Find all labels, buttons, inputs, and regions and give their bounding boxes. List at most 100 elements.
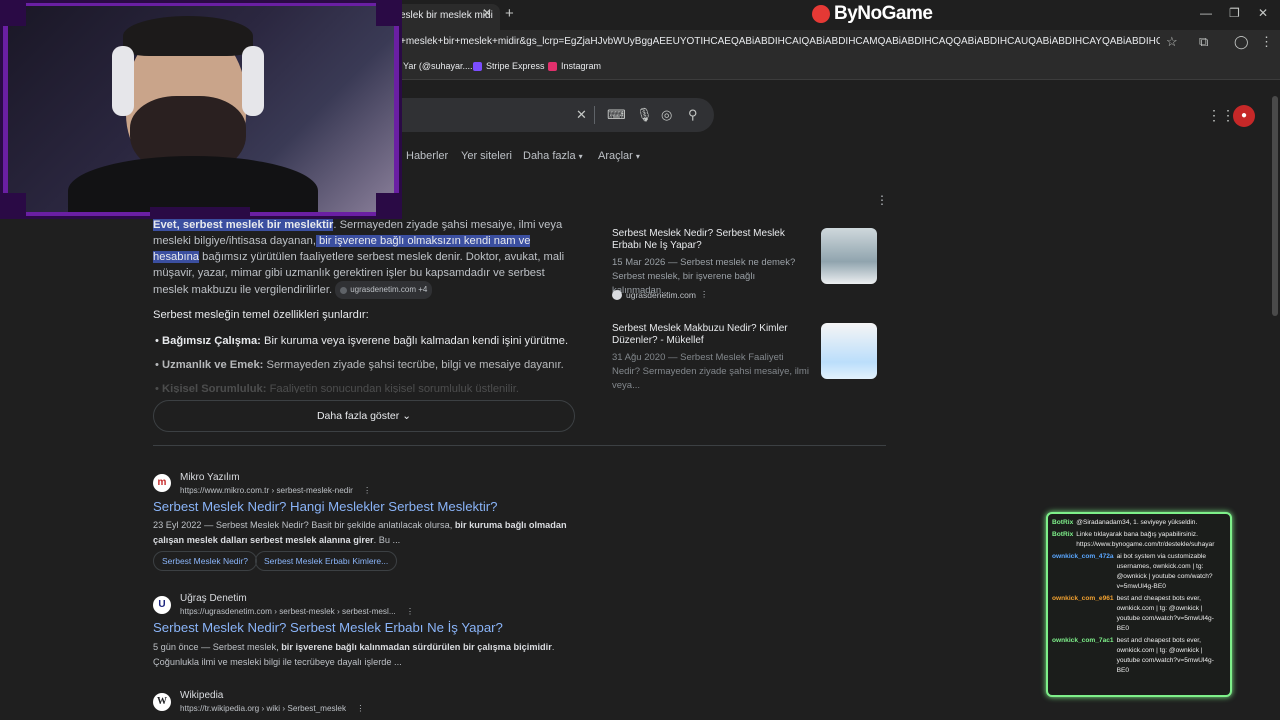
bookmark-item[interactable]: Stripe Express [473, 61, 545, 71]
close-window-icon[interactable]: ✕ [1258, 6, 1268, 20]
site-url-text: https://ugrasdenetim.com › serbest-mesle… [180, 607, 396, 616]
bookmark-item[interactable]: Instagram [548, 61, 601, 71]
tab-title: eslek bir meslek midi [400, 10, 493, 21]
snippet-text: 5 gün önce — Serbest meslek, [153, 642, 282, 652]
chat-username: BotRix [1052, 531, 1074, 538]
search-icon[interactable]: ⚲ [688, 107, 698, 123]
mikro-favicon-icon: m [153, 474, 171, 492]
avatar[interactable]: ● [1233, 105, 1255, 127]
extensions-icon[interactable]: ⧉ [1199, 34, 1208, 50]
result-snippet: 23 Eyl 2022 — Serbest Meslek Nedir? Basi… [153, 518, 583, 548]
bookmark-item[interactable]: Yar (@suhayar.... [403, 61, 473, 71]
source-chip-label: ugrasdenetim.com +4 [350, 285, 428, 294]
card-source-label: ugrasdenetim.com [626, 289, 696, 300]
chat-text: Linke tıklayarak bana bağış yapabilirsin… [1076, 531, 1215, 548]
chat-username: BotRix [1052, 519, 1074, 526]
site-url[interactable]: https://www.mikro.com.tr › serbest-mesle… [180, 485, 371, 495]
chat-text: best and cheapest bots ever, ownkick.com… [1116, 637, 1214, 674]
more-options-icon[interactable]: ⋮ [363, 486, 371, 495]
close-tab-icon[interactable]: ✕ [482, 6, 492, 20]
instagram-icon [548, 61, 557, 71]
site-icon [340, 286, 348, 294]
site-url-text: https://tr.wikipedia.org › wiki › Serbes… [180, 704, 347, 713]
result-title-link[interactable]: Serbest Meslek Nedir? Serbest Meslek Erb… [153, 620, 503, 635]
maximize-icon[interactable]: ❐ [1229, 6, 1240, 20]
streamer-hair [123, 16, 253, 56]
thumbnail-image [821, 228, 877, 284]
snippet-bold: bir işverene bağlı kalınmadan sürdürülen… [281, 642, 552, 652]
card-title: Serbest Meslek Makbuzu Nedir? Kimler Düz… [612, 323, 788, 346]
result-snippet: 5 gün önce — Serbest meslek, bir işveren… [153, 640, 583, 670]
scrollbar-thumb[interactable] [1272, 96, 1278, 316]
site-url-text: https://www.mikro.com.tr › serbest-mesle… [180, 486, 353, 495]
brand-logo: ByNoGame [812, 1, 933, 27]
bullet-text: Bir kuruma veya işverene bağlı kalmadan … [260, 335, 569, 347]
profile-icon[interactable]: ◯ [1234, 34, 1249, 50]
tab-places[interactable]: Yer siteleri [461, 150, 512, 162]
bullet-bold: Bağımsız Çalışma: [162, 335, 261, 347]
tab-more-label: Daha fazla [523, 150, 576, 162]
bullet-text: Faaliyetin sonucundan kişisel sorumluluk… [266, 383, 519, 393]
chat-username: ownkick_com_e961 [1052, 595, 1114, 602]
snippet-text: 23 Eyl 2022 — Serbest Meslek Nedir? Basi… [153, 520, 455, 530]
more-options-icon[interactable]: ⋮ [406, 607, 414, 616]
headphone-left [112, 46, 134, 116]
bookmark-label: Stripe Express [486, 61, 545, 71]
menu-icon[interactable]: ⋮ [1260, 34, 1273, 50]
chevron-down-icon: ▾ [578, 152, 583, 161]
tab-more[interactable]: Daha fazla ▾ [523, 150, 583, 162]
brand-name: ByNoGame [834, 3, 933, 24]
bullet-text: Sermayeden ziyade şahsi tecrübe, bilgi v… [263, 359, 564, 371]
divider [153, 445, 886, 446]
show-more-button[interactable]: Daha fazla göster ⌄ [153, 400, 575, 432]
answer-lead: Evet, serbest meslek bir meslektir [153, 219, 334, 231]
card-source: ugrasdenetim.com ⋮ [612, 289, 708, 300]
frame-corner [376, 193, 402, 219]
show-more-label: Daha fazla göster [316, 410, 400, 422]
ai-answer-paragraph: Evet, serbest meslek bir meslektir. Serm… [153, 217, 578, 299]
chat-text: best and cheapest bots ever, ownkick.com… [1116, 595, 1214, 632]
bullet-bold: Kişisel Sorumluluk: [162, 383, 267, 393]
address-bar[interactable]: +meslek+bir+meslek+midir&gs_lcrp=EgZjaHJ… [400, 36, 1160, 47]
stripe-icon [473, 61, 482, 71]
new-tab-icon[interactable]: + [505, 5, 514, 22]
result-title-link[interactable]: Serbest Meslek Nedir? Hangi Meslekler Se… [153, 499, 497, 514]
source-card[interactable]: Serbest Meslek Makbuzu Nedir? Kimler Düz… [600, 318, 886, 398]
list-item: • Bağımsız Çalışma: Bir kuruma veya işve… [155, 335, 569, 347]
source-chip[interactable]: ugrasdenetim.com +4 [335, 281, 433, 299]
site-name: Mikro Yazılım [180, 472, 240, 483]
lens-icon[interactable]: ◎ [661, 107, 672, 123]
more-options-icon[interactable]: ⋮ [876, 193, 888, 207]
sitelink-pill[interactable]: Serbest Meslek Erbabı Kimlere... [255, 551, 398, 571]
tab-news[interactable]: Haberler [406, 150, 448, 162]
chevron-down-icon: ⌄ [402, 410, 412, 422]
keyboard-icon[interactable]: ⌨ [607, 107, 626, 123]
frame-corner [0, 193, 26, 219]
site-url[interactable]: https://tr.wikipedia.org › wiki › Serbes… [180, 703, 365, 713]
clear-icon[interactable]: ✕ [576, 107, 587, 123]
more-options-icon[interactable]: ⋮ [700, 289, 709, 300]
frame-corner [0, 0, 26, 26]
site-name: Wikipedia [180, 690, 224, 701]
chat-text: ai bot system via customizable usernames… [1116, 553, 1213, 590]
list-item: • Uzmanlık ve Emek: Sermayeden ziyade şa… [155, 359, 564, 371]
card-meta: 31 Ağu 2020 — Serbest Meslek Faaliyeti N… [612, 352, 809, 391]
bullet-bold: Uzmanlık ve Emek: [162, 359, 264, 371]
chevron-down-icon: ▾ [635, 152, 640, 161]
brand-mark-icon [812, 5, 830, 23]
site-url[interactable]: https://ugrasdenetim.com › serbest-mesle… [180, 606, 414, 616]
chat-message: ownkick_com_e961 best and cheapest bots e… [1052, 594, 1226, 634]
bookmark-star-icon[interactable]: ☆ [1166, 34, 1178, 50]
bookmark-label: Instagram [561, 61, 602, 71]
more-options-icon[interactable]: ⋮ [356, 704, 364, 713]
snippet-text: . Bu ... [373, 535, 401, 545]
microphone-icon[interactable]: 🎙︎ [636, 107, 653, 123]
list-item: • Kişisel Sorumluluk: Faaliyetin sonucun… [155, 383, 519, 393]
tab-tools[interactable]: Araçlar ▾ [598, 150, 640, 162]
chat-message: ownkick_com_7ac1 best and cheapest bots e… [1052, 636, 1226, 676]
streamer-shirt [68, 156, 318, 212]
search-divider [594, 106, 595, 124]
minimize-icon[interactable]: — [1200, 6, 1212, 20]
sitelink-pill[interactable]: Serbest Meslek Nedir? [153, 551, 257, 571]
source-card[interactable]: Serbest Meslek Nedir? Serbest Meslek Erb… [600, 222, 886, 310]
